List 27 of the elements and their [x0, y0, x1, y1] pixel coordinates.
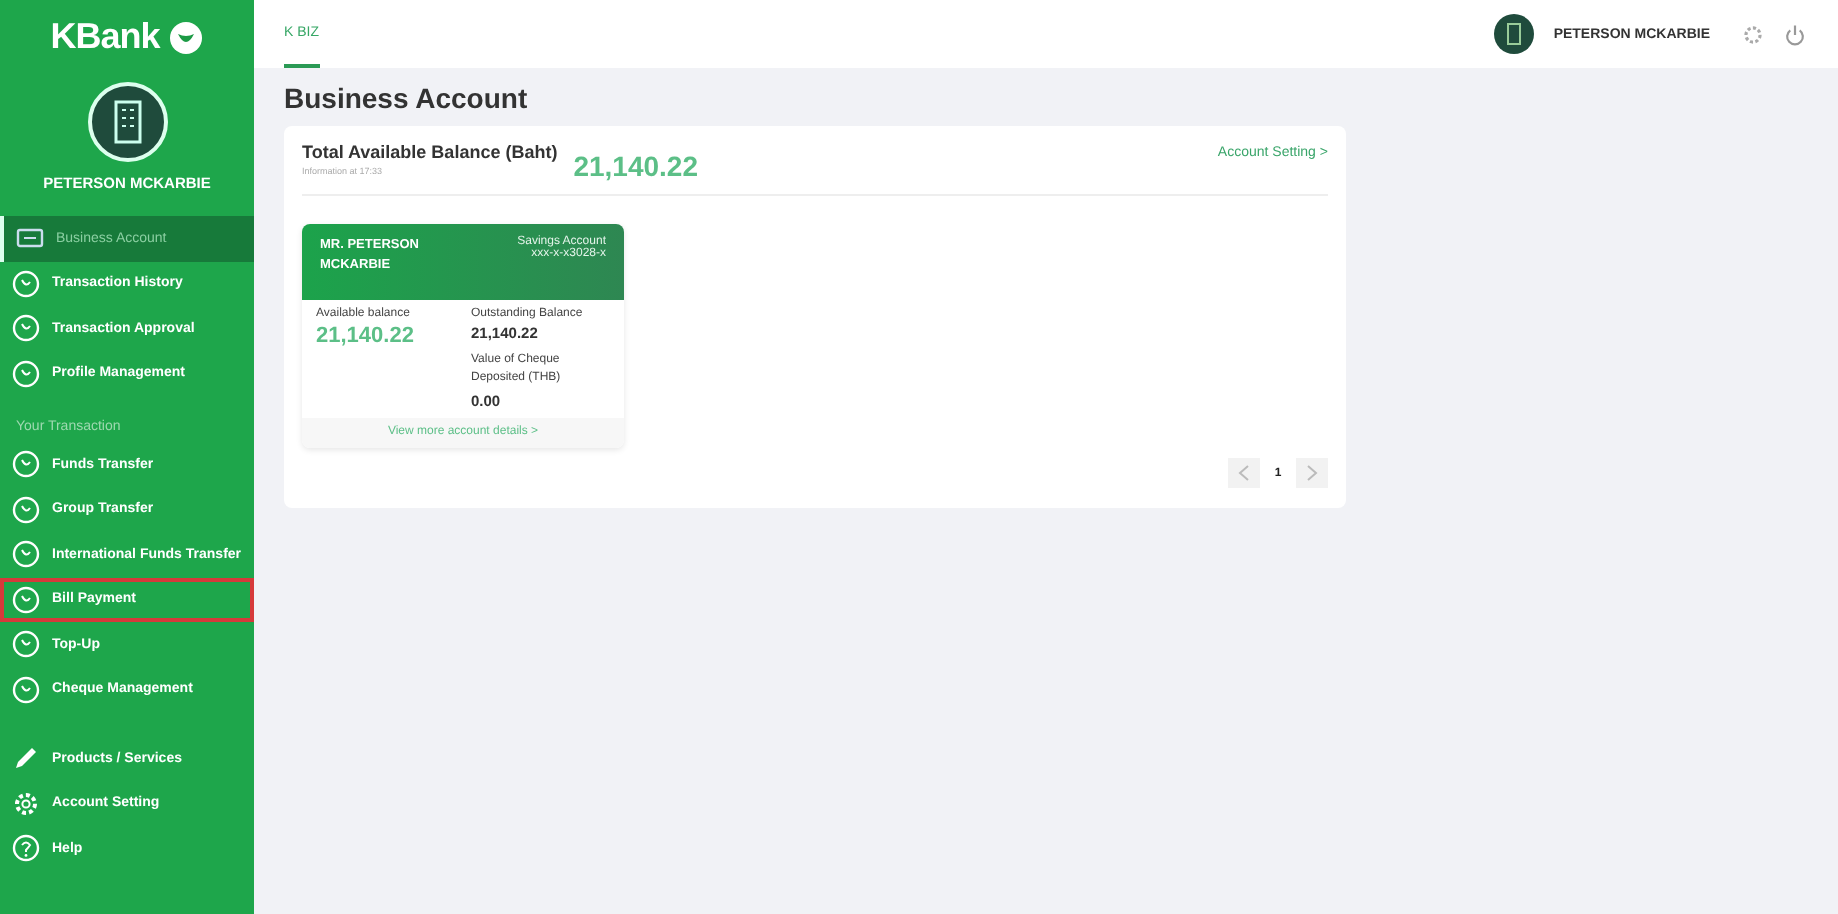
available-amount: 21,140.22 — [316, 324, 416, 348]
previous-page-button[interactable] — [1228, 458, 1260, 488]
bank-logo[interactable]: KBank — [50, 16, 204, 58]
balance-label: Total Available Balance (Baht) — [302, 142, 558, 162]
circle-icon — [12, 585, 40, 614]
circle-icon — [12, 540, 40, 569]
circle-icon — [12, 269, 40, 298]
circle-icon — [12, 314, 40, 343]
building-avatar-icon — [87, 82, 167, 162]
next-page-button[interactable] — [1296, 458, 1328, 488]
settings-icon — [12, 789, 40, 818]
balance-amount: 21,140.22 — [573, 150, 698, 182]
chevron-left-icon — [1238, 464, 1250, 482]
settings-icon[interactable] — [1742, 23, 1764, 45]
card-icon — [16, 224, 44, 253]
circle-icon — [12, 450, 40, 479]
leaf-icon — [167, 19, 204, 55]
circle-icon — [12, 675, 40, 704]
chevron-right-icon — [1306, 464, 1318, 482]
circle-icon — [12, 630, 40, 659]
circle-icon — [12, 495, 40, 524]
help-icon — [12, 834, 40, 863]
power-icon[interactable] — [1784, 23, 1806, 45]
circle-icon — [12, 359, 40, 388]
avatar-icon — [1493, 14, 1534, 54]
pencil-icon — [12, 744, 40, 773]
page-title: Business Account — [284, 82, 530, 114]
